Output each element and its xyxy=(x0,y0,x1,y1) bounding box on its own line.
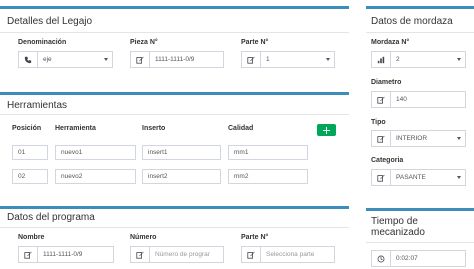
edit-icon xyxy=(242,247,261,262)
categoria-value: PASANTE xyxy=(396,174,426,181)
pieza-input[interactable]: 1111-1111-0/9 xyxy=(130,51,224,68)
herramientas-title: Herramientas xyxy=(7,100,68,111)
add-herramienta-button[interactable] xyxy=(317,124,336,136)
denominacion-value: eje xyxy=(43,56,52,63)
tipo-label: Tipo xyxy=(371,119,386,126)
legajo-title: Detalles del Legajo xyxy=(7,16,93,27)
edit-icon xyxy=(372,131,391,146)
clock-icon xyxy=(372,251,391,266)
tiempo-input[interactable]: 0:02:07 xyxy=(371,250,466,267)
categoria-select[interactable]: PASANTE xyxy=(371,169,466,186)
mordaza-divider xyxy=(366,32,474,33)
programa-panel: Datos del programa Nombre 1111-1111-0/9 … xyxy=(0,206,349,269)
calidad-cell[interactable]: mm1 xyxy=(228,145,308,160)
legajo-panel-bar xyxy=(0,6,349,9)
tipo-value: INTERIOR xyxy=(396,135,428,142)
tiempo-panel-bar xyxy=(366,208,474,211)
inserto-cell[interactable]: insert1 xyxy=(142,145,221,160)
edit-icon xyxy=(131,52,150,67)
numero-input[interactable]: Número de prograr xyxy=(130,246,224,263)
pieza-value: 1111-1111-0/9 xyxy=(155,56,195,63)
herramientas-panel: Herramientas Posición Herramienta Insert… xyxy=(0,92,349,196)
posicion-cell[interactable]: 02 xyxy=(12,169,48,184)
programa-panel-bar xyxy=(0,206,349,209)
nombre-input[interactable]: 1111-1111-0/9 xyxy=(18,246,114,263)
edit-icon xyxy=(372,170,391,185)
mordaza-label: Mordaza N° xyxy=(371,39,410,46)
tiempo-panel: Tiempo de mecanizado 0:02:07 xyxy=(366,208,474,269)
mordaza-panel: Datos de mordaza Mordaza N° 2 Diametro 1… xyxy=(366,6,474,196)
denominacion-select[interactable]: eje xyxy=(18,51,113,68)
posicion-cell[interactable]: 01 xyxy=(12,145,48,160)
nombre-label: Nombre xyxy=(18,234,45,241)
programa-parte-input[interactable]: Selecciona parte xyxy=(241,246,335,263)
column-posicion: Posición xyxy=(12,125,42,132)
calidad-cell[interactable]: mm2 xyxy=(228,169,308,184)
programa-title: Datos del programa xyxy=(7,212,95,223)
herramientas-divider xyxy=(0,114,349,115)
chevron-down-icon xyxy=(453,131,465,146)
programa-parte-placeholder: Selecciona parte xyxy=(266,251,315,258)
inserto-cell[interactable]: insert2 xyxy=(142,169,221,184)
mordaza-panel-bar xyxy=(366,6,474,9)
mordaza-value: 2 xyxy=(396,56,400,63)
chevron-down-icon xyxy=(100,52,112,67)
diametro-input[interactable]: 140 xyxy=(371,91,466,108)
tipo-select[interactable]: INTERIOR xyxy=(371,130,466,147)
programa-parte-label: Parte N° xyxy=(241,234,269,241)
plus-icon xyxy=(323,126,330,134)
edit-icon xyxy=(131,247,150,262)
pieza-label: Pieza N° xyxy=(130,39,158,46)
tiempo-divider xyxy=(366,242,474,243)
herramientas-panel-bar xyxy=(0,92,349,95)
tiempo-value: 0:02:07 xyxy=(396,255,418,262)
edit-icon xyxy=(372,92,391,107)
categoria-label: Categoria xyxy=(371,157,404,164)
column-calidad: Calidad xyxy=(228,125,254,132)
denominacion-label: Denominación xyxy=(18,39,67,46)
edit-icon xyxy=(19,247,38,262)
mordaza-title: Datos de mordaza xyxy=(371,16,453,27)
phone-icon xyxy=(19,52,38,67)
parte-value: 1 xyxy=(266,56,270,63)
chevron-down-icon xyxy=(453,170,465,185)
chevron-down-icon xyxy=(322,52,334,67)
tiempo-title: Tiempo de mecanizado xyxy=(371,216,425,238)
diametro-value: 140 xyxy=(396,96,407,103)
column-herramienta: Herramienta xyxy=(55,125,96,132)
herramienta-cell[interactable]: nuevo2 xyxy=(55,169,136,184)
legajo-panel: Detalles del Legajo Denominación eje Pie… xyxy=(0,6,349,72)
parte-select[interactable]: 1 xyxy=(241,51,335,68)
nombre-value: 1111-1111-0/9 xyxy=(43,251,83,258)
mordaza-select[interactable]: 2 xyxy=(371,51,466,68)
bar-chart-icon xyxy=(372,52,391,67)
programa-divider xyxy=(0,227,349,228)
parte-label: Parte N° xyxy=(241,39,269,46)
column-inserto: Inserto xyxy=(142,125,166,132)
chevron-down-icon xyxy=(453,52,465,67)
legajo-divider xyxy=(0,32,349,33)
diametro-label: Diametro xyxy=(371,79,402,86)
numero-label: Número xyxy=(130,234,157,241)
edit-icon xyxy=(242,52,261,67)
numero-placeholder: Número de prograr xyxy=(155,251,210,258)
herramienta-cell[interactable]: nuevo1 xyxy=(55,145,136,160)
